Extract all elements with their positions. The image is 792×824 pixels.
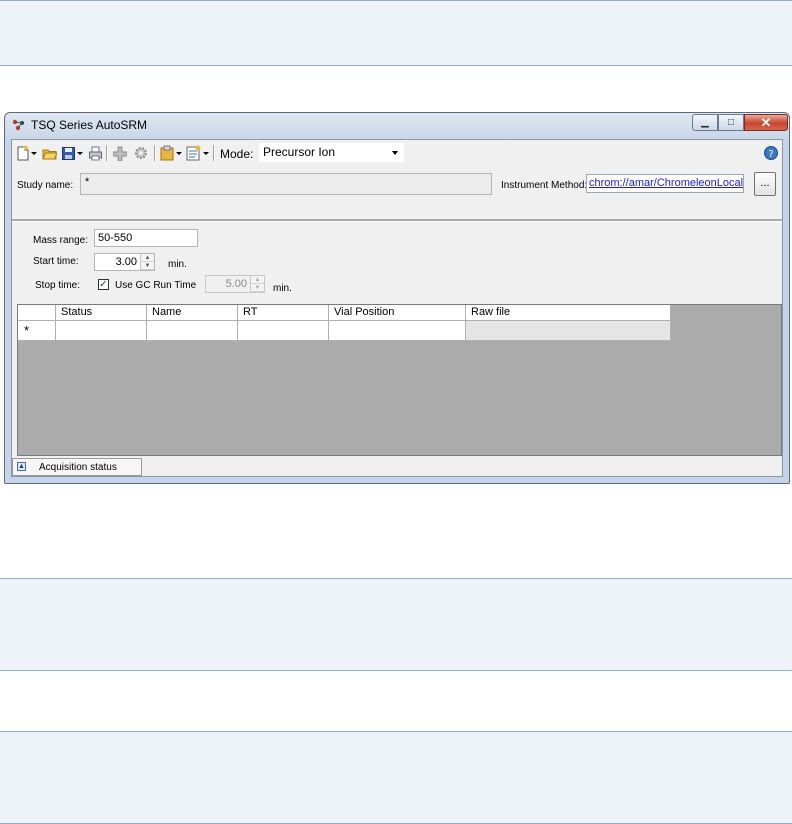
browse-button[interactable]: ... xyxy=(754,172,776,196)
start-time-value: 3.00 xyxy=(115,256,137,268)
properties-icon[interactable] xyxy=(186,145,201,161)
use-gc-run-time-label: Use GC Run Time xyxy=(115,280,197,291)
new-row-name-cell[interactable] xyxy=(147,321,238,341)
new-row-marker[interactable]: * xyxy=(18,321,56,341)
title-bar[interactable]: TSQ Series AutoSRM ▁ □ ✕ xyxy=(5,113,789,137)
stop-time-label: Stop time: xyxy=(35,280,81,291)
maximize-icon: □ xyxy=(727,117,735,128)
new-dropdown-arrow[interactable] xyxy=(31,152,37,155)
start-time-stepper[interactable]: 3.00 ▲ ▼ xyxy=(94,253,155,271)
column-header-name[interactable]: Name xyxy=(147,305,238,321)
new-icon[interactable] xyxy=(16,145,30,161)
acquisition-status-label: Acquisition status xyxy=(39,462,117,473)
new-row-raw-file-cell xyxy=(466,321,671,341)
toolbar: Mode: Precursor Ion ? xyxy=(12,140,782,166)
acquisition-status-tab[interactable]: ▲ Acquisition status xyxy=(12,458,142,476)
study-name-label: Study name: xyxy=(17,180,74,191)
close-icon: ✕ xyxy=(760,115,772,130)
add-icon[interactable] xyxy=(113,145,127,161)
lower-band-3 xyxy=(0,731,792,824)
sample-grid[interactable]: Status Name RT Vial Position Raw file * xyxy=(17,304,782,456)
splitter[interactable] xyxy=(12,219,782,222)
new-row-vial-position-cell[interactable] xyxy=(329,321,466,341)
stop-time-spin[interactable]: ▲ ▼ xyxy=(250,276,264,292)
help-icon[interactable]: ? xyxy=(763,145,779,161)
column-header-raw-file[interactable]: Raw file xyxy=(466,305,671,321)
stop-time-unit: min. xyxy=(273,283,292,294)
spin-up-icon[interactable]: ▲ xyxy=(251,276,264,284)
toolbar-separator xyxy=(213,145,215,161)
instrument-method-link[interactable]: chrom://amar/ChromeleonLocal/TS xyxy=(586,174,744,193)
maximize-button[interactable]: □ xyxy=(718,114,744,131)
column-header-status[interactable]: Status xyxy=(56,305,147,321)
study-name-input[interactable]: * xyxy=(80,173,492,195)
chevron-down-icon xyxy=(392,151,398,155)
lower-band-2 xyxy=(0,671,792,732)
stop-time-value: 5.00 xyxy=(225,278,247,290)
mode-value: Precursor Ion xyxy=(263,145,336,159)
instrument-method-label: Instrument Method: xyxy=(501,180,588,191)
top-band xyxy=(0,0,792,66)
clipboard-dropdown-arrow[interactable] xyxy=(176,152,182,155)
svg-text:?: ? xyxy=(768,149,773,160)
expand-icon[interactable]: ▲ xyxy=(17,462,26,471)
app-logo-icon xyxy=(12,119,24,131)
lower-band-1 xyxy=(0,578,792,671)
start-time-unit: min. xyxy=(168,259,187,270)
spin-down-icon[interactable]: ▼ xyxy=(251,284,264,292)
new-row-rt-cell[interactable] xyxy=(238,321,329,341)
open-icon[interactable] xyxy=(42,145,57,161)
new-row-status-cell[interactable] xyxy=(56,321,147,341)
window-title: TSQ Series AutoSRM xyxy=(31,118,148,132)
spin-down-icon[interactable]: ▼ xyxy=(141,262,154,270)
minimize-button[interactable]: ▁ xyxy=(692,114,718,131)
minimize-icon: ▁ xyxy=(701,117,709,128)
clipboard-icon[interactable] xyxy=(160,145,174,161)
start-time-label: Start time: xyxy=(33,256,79,267)
mode-label: Mode: xyxy=(220,147,254,161)
mass-range-input[interactable]: 50-550 xyxy=(94,229,198,247)
toolbar-separator xyxy=(106,145,108,161)
print-icon[interactable] xyxy=(89,145,102,161)
mass-range-label: Mass range: xyxy=(33,235,89,246)
toolbar-separator xyxy=(154,145,156,161)
status-bar: ▲ Acquisition status xyxy=(12,456,782,476)
use-gc-run-time-checkbox[interactable]: ✓ xyxy=(98,279,109,290)
grid-corner-header xyxy=(18,305,56,321)
settings-icon[interactable] xyxy=(133,145,149,161)
column-header-rt[interactable]: RT xyxy=(238,305,329,321)
spin-up-icon[interactable]: ▲ xyxy=(141,254,154,262)
client-area: Mode: Precursor Ion ? Study name: * Inst… xyxy=(11,139,783,477)
start-time-spin[interactable]: ▲ ▼ xyxy=(140,254,154,270)
app-window: TSQ Series AutoSRM ▁ □ ✕ Mode: Precursor… xyxy=(4,112,790,484)
save-icon[interactable] xyxy=(62,145,75,161)
stop-time-stepper[interactable]: 5.00 ▲ ▼ xyxy=(205,275,265,293)
close-button[interactable]: ✕ xyxy=(744,114,788,131)
column-header-vial-position[interactable]: Vial Position xyxy=(329,305,466,321)
mode-select[interactable]: Precursor Ion xyxy=(259,143,404,162)
save-dropdown-arrow[interactable] xyxy=(77,152,83,155)
properties-dropdown-arrow[interactable] xyxy=(203,152,209,155)
